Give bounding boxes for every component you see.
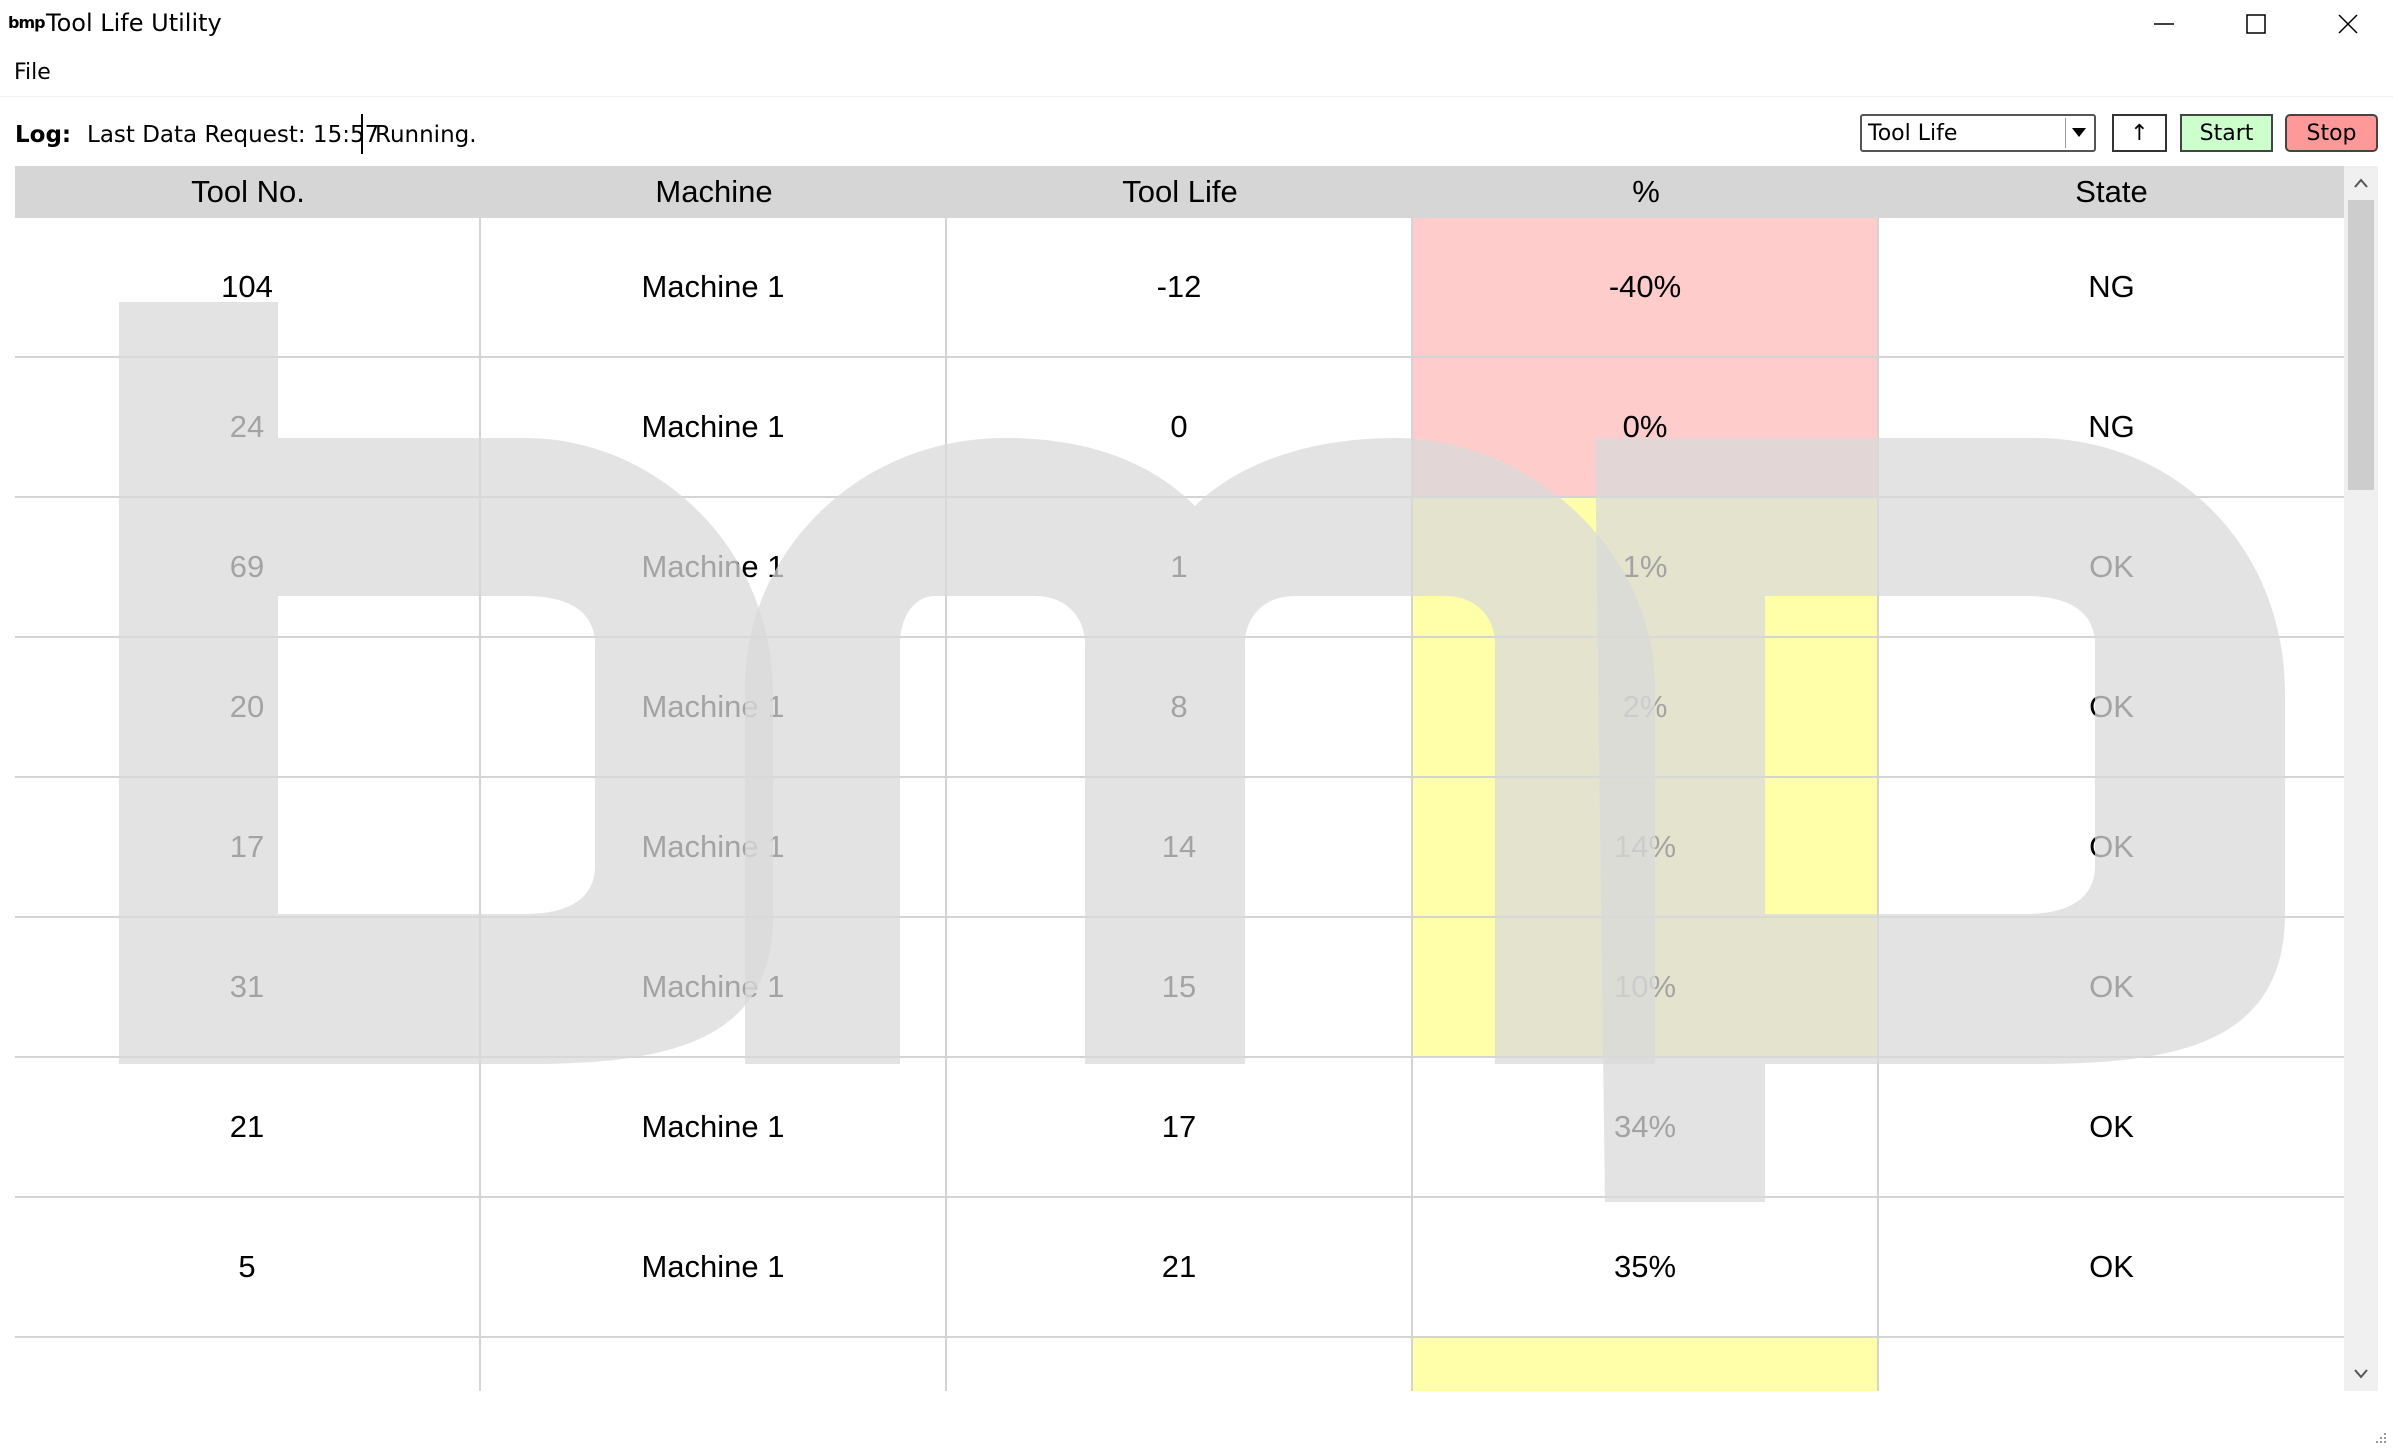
cell-tool-life[interactable]: -12	[947, 218, 1413, 356]
close-icon	[2338, 14, 2358, 34]
cell-tool-no[interactable]: 20	[15, 638, 481, 776]
cell-state[interactable]: OK	[1879, 1058, 2344, 1196]
column-header-percent[interactable]: %	[1413, 166, 1879, 218]
cell-tool-no[interactable]: 5	[15, 1198, 481, 1336]
minimize-icon	[2154, 23, 2174, 25]
cell-tool-life[interactable]: 21	[947, 1198, 1413, 1336]
cell-percent[interactable]: -40%	[1413, 218, 1879, 356]
maximize-button[interactable]	[2210, 0, 2302, 48]
table-header: Tool No. Machine Tool Life % State	[15, 166, 2344, 218]
cell-state[interactable]: OK	[1879, 918, 2344, 1056]
cell-percent[interactable]: 1%	[1413, 498, 1879, 636]
table-row[interactable]: 104 Machine 1 -12 -40% NG	[15, 218, 2344, 358]
cell-state[interactable]: OK	[1879, 498, 2344, 636]
maximize-icon	[2246, 14, 2266, 34]
last-data-request: Last Data Request: 15:57	[87, 122, 380, 148]
cell-percent[interactable]: 0%	[1413, 358, 1879, 496]
table-row[interactable]	[15, 1338, 2344, 1391]
table-body: 104 Machine 1 -12 -40% NG 24 Machine 1 0 0% NG 69 M…	[15, 218, 2344, 1391]
cell-state[interactable]: NG	[1879, 218, 2344, 356]
scroll-up-arrow-icon[interactable]	[2344, 166, 2378, 200]
cell-percent[interactable]: 35%	[1413, 1198, 1879, 1336]
cell-tool-no[interactable]: 69	[15, 498, 481, 636]
cell-tool-life[interactable]: 0	[947, 358, 1413, 496]
menu-bar: File	[0, 48, 2393, 97]
app-logo: bmp	[8, 13, 46, 32]
cell-tool-no[interactable]: 31	[15, 918, 481, 1056]
cell-tool-life[interactable]: 15	[947, 918, 1413, 1056]
cell-machine[interactable]: Machine 1	[481, 778, 947, 916]
cell-tool-life[interactable]: 14	[947, 778, 1413, 916]
column-header-tool-no[interactable]: Tool No.	[15, 166, 481, 218]
cell-machine[interactable]: Machine 1	[481, 918, 947, 1056]
scroll-thumb[interactable]	[2348, 200, 2374, 490]
cell-tool-life[interactable]: 1	[947, 498, 1413, 636]
sort-up-button[interactable]: ↑	[2112, 114, 2167, 152]
cell-machine[interactable]: Machine 1	[481, 638, 947, 776]
table-row[interactable]: 20 Machine 1 8 2% OK	[15, 638, 2344, 778]
table-row[interactable]: 69 Machine 1 1 1% OK	[15, 498, 2344, 638]
log-label: Log:	[15, 122, 72, 148]
table-row[interactable]: 24 Machine 1 0 0% NG	[15, 358, 2344, 498]
cell-state[interactable]: NG	[1879, 358, 2344, 496]
window-title: Tool Life Utility	[46, 9, 222, 37]
cell-tool-life[interactable]: 8	[947, 638, 1413, 776]
cell-machine[interactable]: Machine 1	[481, 1198, 947, 1336]
cell-tool-no[interactable]: 21	[15, 1058, 481, 1196]
view-select[interactable]: Tool Life	[1860, 114, 2096, 152]
stop-button[interactable]: Stop	[2285, 114, 2378, 152]
cell-tool-no[interactable]: 104	[15, 218, 481, 356]
chevron-down-icon[interactable]	[2065, 118, 2092, 148]
vertical-scrollbar[interactable]	[2344, 166, 2378, 1391]
cell-machine[interactable]: Machine 1	[481, 1058, 947, 1196]
table-row[interactable]: 5 Machine 1 21 35% OK	[15, 1198, 2344, 1338]
cell-tool-no[interactable]	[15, 1338, 481, 1391]
menu-file[interactable]: File	[14, 60, 51, 85]
cell-state[interactable]: OK	[1879, 778, 2344, 916]
cell-percent[interactable]: 14%	[1413, 778, 1879, 916]
table-row[interactable]: 17 Machine 1 14 14% OK	[15, 778, 2344, 918]
log-separator	[361, 114, 363, 154]
cell-tool-no[interactable]: 24	[15, 358, 481, 496]
scroll-down-arrow-icon[interactable]	[2344, 1357, 2378, 1391]
start-button[interactable]: Start	[2180, 114, 2273, 152]
column-header-tool-life[interactable]: Tool Life	[947, 166, 1413, 218]
cell-tool-no[interactable]: 17	[15, 778, 481, 916]
cell-machine[interactable]: Machine 1	[481, 498, 947, 636]
cell-state[interactable]	[1879, 1338, 2344, 1391]
view-select-value: Tool Life	[1868, 121, 1958, 146]
cell-state[interactable]: OK	[1879, 638, 2344, 776]
cell-percent[interactable]: 10%	[1413, 918, 1879, 1056]
resize-grip-icon[interactable]	[2373, 1430, 2387, 1444]
table-row[interactable]: 21 Machine 1 17 34% OK	[15, 1058, 2344, 1198]
title-bar: bmp Tool Life Utility	[0, 0, 2393, 48]
table-row[interactable]: 31 Machine 1 15 10% OK	[15, 918, 2344, 1058]
log-status: Running.	[375, 122, 477, 148]
tool-life-table: 104 Machine 1 -12 -40% NG 24 Machine 1 0 0% NG 69 M…	[15, 166, 2344, 1391]
cell-machine[interactable]: Machine 1	[481, 358, 947, 496]
cell-state[interactable]: OK	[1879, 1198, 2344, 1336]
cell-percent[interactable]: 2%	[1413, 638, 1879, 776]
column-header-machine[interactable]: Machine	[481, 166, 947, 218]
minimize-button[interactable]	[2118, 0, 2210, 48]
cell-tool-life[interactable]: 17	[947, 1058, 1413, 1196]
close-button[interactable]	[2302, 0, 2393, 48]
column-header-state[interactable]: State	[1879, 166, 2344, 218]
cell-tool-life[interactable]	[947, 1338, 1413, 1391]
cell-machine[interactable]: Machine 1	[481, 218, 947, 356]
cell-percent[interactable]	[1413, 1338, 1879, 1391]
cell-machine[interactable]	[481, 1338, 947, 1391]
cell-percent[interactable]: 34%	[1413, 1058, 1879, 1196]
